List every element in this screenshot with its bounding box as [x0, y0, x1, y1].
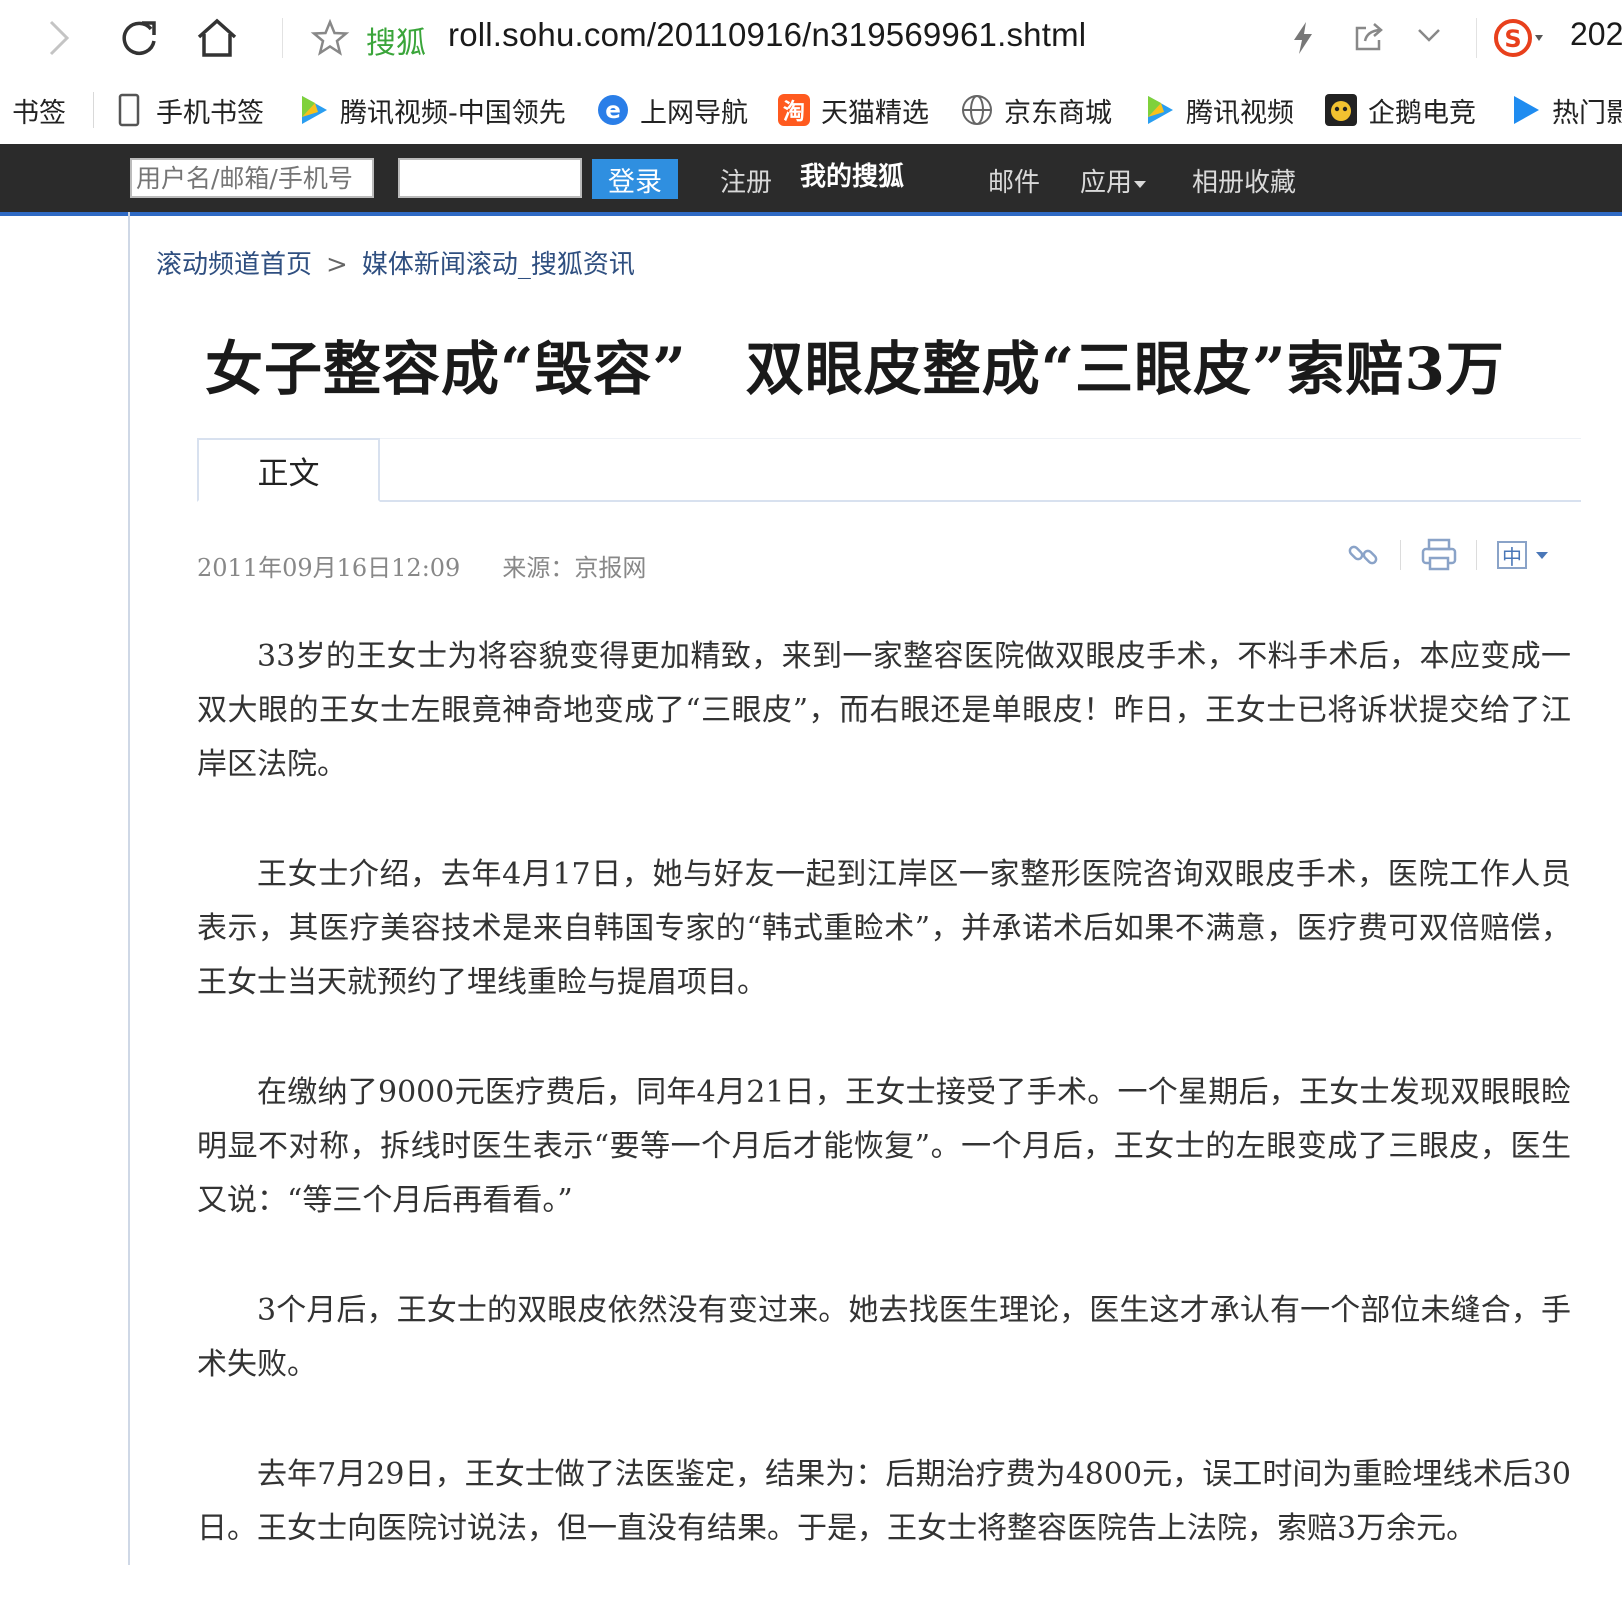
share-icon [1355, 23, 1383, 51]
svg-text:淘: 淘 [783, 99, 805, 125]
divider [1476, 18, 1477, 58]
divider [282, 18, 283, 58]
home-button[interactable] [193, 14, 241, 62]
play-icon [1508, 93, 1542, 127]
refresh-button[interactable] [115, 14, 163, 62]
article-body: 33岁的王女士为将容貌变得更加精致，来到一家整容医院做双眼皮手术，不料手术后，本… [197, 630, 1571, 1612]
bookmark-item[interactable]: 书签 [12, 90, 66, 130]
bookmark-item[interactable]: 腾讯视频 [1142, 90, 1294, 130]
tencent-video-icon [1142, 93, 1176, 127]
bookmark-item[interactable]: 京东商城 [960, 90, 1112, 130]
font-size-button[interactable]: 中 [1496, 538, 1556, 576]
bookmark-item[interactable]: 手机书签 [112, 90, 264, 130]
apps-label: 应用 [1080, 168, 1133, 198]
bookmarks-bar: 书签 手机书签 腾讯视频-中国领先 e 上网导航 淘 天猫精选 京东商城 腾讯视… [0, 76, 1622, 145]
publish-date: 2011年09月16日12:09 [197, 554, 461, 582]
print-button[interactable] [1420, 538, 1458, 576]
caret-down-icon [1134, 180, 1147, 188]
my-sohu-link[interactable]: 我的搜狐 [800, 156, 904, 193]
print-icon [1421, 538, 1457, 571]
tab-bar-border [197, 500, 1581, 502]
browser-address-bar: 搜狐 roll.sohu.com/20110916/n319569961.sht… [0, 0, 1622, 77]
forward-icon [49, 20, 70, 56]
article-paragraph: 王女士介绍，去年4月17日，她与好友一起到江岸区一家整形医院咨询双眼皮手术，医院… [197, 857, 1571, 1000]
apps-menu[interactable]: 应用 [1080, 162, 1147, 199]
svg-text:e: e [605, 98, 621, 124]
article-paragraph: 去年7月29日，王女士做了法医鉴定，结果为：后期治疗费为4800元，误工时间为重… [197, 1457, 1571, 1546]
chevron-down-icon [1418, 29, 1440, 42]
breadcrumb: 滚动频道首页 > 媒体新闻滚动_搜狐资讯 [156, 244, 635, 281]
article-paragraph: 33岁的王女士为将容貌变得更加精致，来到一家整容医院做双眼皮手术，不料手术后，本… [197, 639, 1571, 782]
divider [93, 92, 94, 128]
font-size-glyph: 中 [1502, 545, 1522, 569]
site-badge: 搜狐 [366, 26, 426, 61]
page-title: 女子整容成“毁容” 双眼皮整成“三眼皮”索赔3万 [205, 335, 1505, 403]
forward-button[interactable] [34, 14, 82, 62]
article-meta: 2011年09月16日12:09 来源：京报网 [197, 548, 646, 583]
link-icon [1348, 545, 1378, 565]
breadcrumb-separator: > [326, 250, 348, 280]
breadcrumb-home-link[interactable]: 滚动频道首页 [156, 250, 312, 280]
username-input[interactable] [130, 158, 374, 198]
article-source: 来源：京报网 [502, 554, 647, 582]
tab-main-text[interactable]: 正文 [197, 438, 380, 502]
register-link[interactable]: 注册 [720, 162, 772, 199]
bookmark-label: 书签 [12, 97, 66, 129]
tencent-video-icon [296, 93, 330, 127]
bookmark-star-button[interactable] [310, 18, 350, 62]
article-paragraph: 3个月后，王女士的双眼皮依然没有变过来。她去找医生理论，医生这才承认有一个部位未… [197, 1293, 1571, 1382]
bookmark-label: 企鹅电竞 [1368, 97, 1476, 129]
bookmark-label: 腾讯视频-中国领先 [340, 97, 566, 129]
bookmark-label: 天猫精选 [821, 97, 929, 129]
bookmark-item[interactable]: 腾讯视频-中国领先 [296, 90, 566, 130]
svg-text:S: S [1504, 25, 1521, 53]
refresh-icon [122, 21, 156, 56]
albums-link[interactable]: 相册收藏 [1192, 162, 1296, 199]
content-left-border [128, 212, 130, 1565]
divider [380, 438, 1581, 439]
bookmark-item[interactable]: 淘 天猫精选 [777, 90, 929, 130]
sogou-icon: S [1494, 19, 1543, 57]
bookmark-item[interactable]: e 上网导航 [596, 90, 748, 130]
bookmark-item[interactable]: 企鹅电竞 [1324, 90, 1476, 130]
penguin-icon [1324, 93, 1358, 127]
star-icon [310, 18, 350, 56]
divider [1476, 540, 1477, 570]
tmall-icon: 淘 [777, 93, 811, 127]
bookmark-item[interactable]: 热门影 [1508, 90, 1622, 130]
font-size-icon: 中 [1497, 541, 1548, 569]
login-button[interactable]: 登录 [592, 159, 678, 199]
extension-text: 202 [1570, 16, 1622, 52]
dropdown-button[interactable] [1415, 26, 1443, 50]
lightning-button[interactable] [1290, 20, 1316, 60]
lightning-icon [1294, 22, 1312, 54]
home-icon [197, 18, 237, 57]
copy-link-button[interactable] [1346, 538, 1380, 576]
share-button[interactable] [1352, 20, 1386, 58]
divider [1400, 540, 1401, 570]
password-input[interactable] [398, 158, 582, 198]
sohu-top-bar: 登录 注册 我的搜狐 邮件 应用 相册收藏 [0, 144, 1622, 216]
sogou-extension-button[interactable]: S [1493, 16, 1551, 64]
bookmark-label: 手机书签 [156, 97, 264, 129]
globe-icon [960, 93, 994, 127]
bookmark-label: 腾讯视频 [1186, 97, 1294, 129]
article-paragraph: 在缴纳了9000元医疗费后，同年4月21日，王女士接受了手术。一个星期后，王女士… [197, 1075, 1571, 1218]
url-field[interactable]: roll.sohu.com/20110916/n319569961.shtml [448, 16, 1086, 54]
bookmark-label: 上网导航 [640, 97, 748, 129]
ie-icon: e [596, 93, 630, 127]
phone-icon [112, 93, 146, 127]
bookmark-label: 京东商城 [1004, 97, 1112, 129]
mail-link[interactable]: 邮件 [988, 162, 1040, 199]
breadcrumb-section-link[interactable]: 媒体新闻滚动_搜狐资讯 [362, 250, 635, 280]
bookmark-label: 热门影 [1552, 97, 1622, 129]
